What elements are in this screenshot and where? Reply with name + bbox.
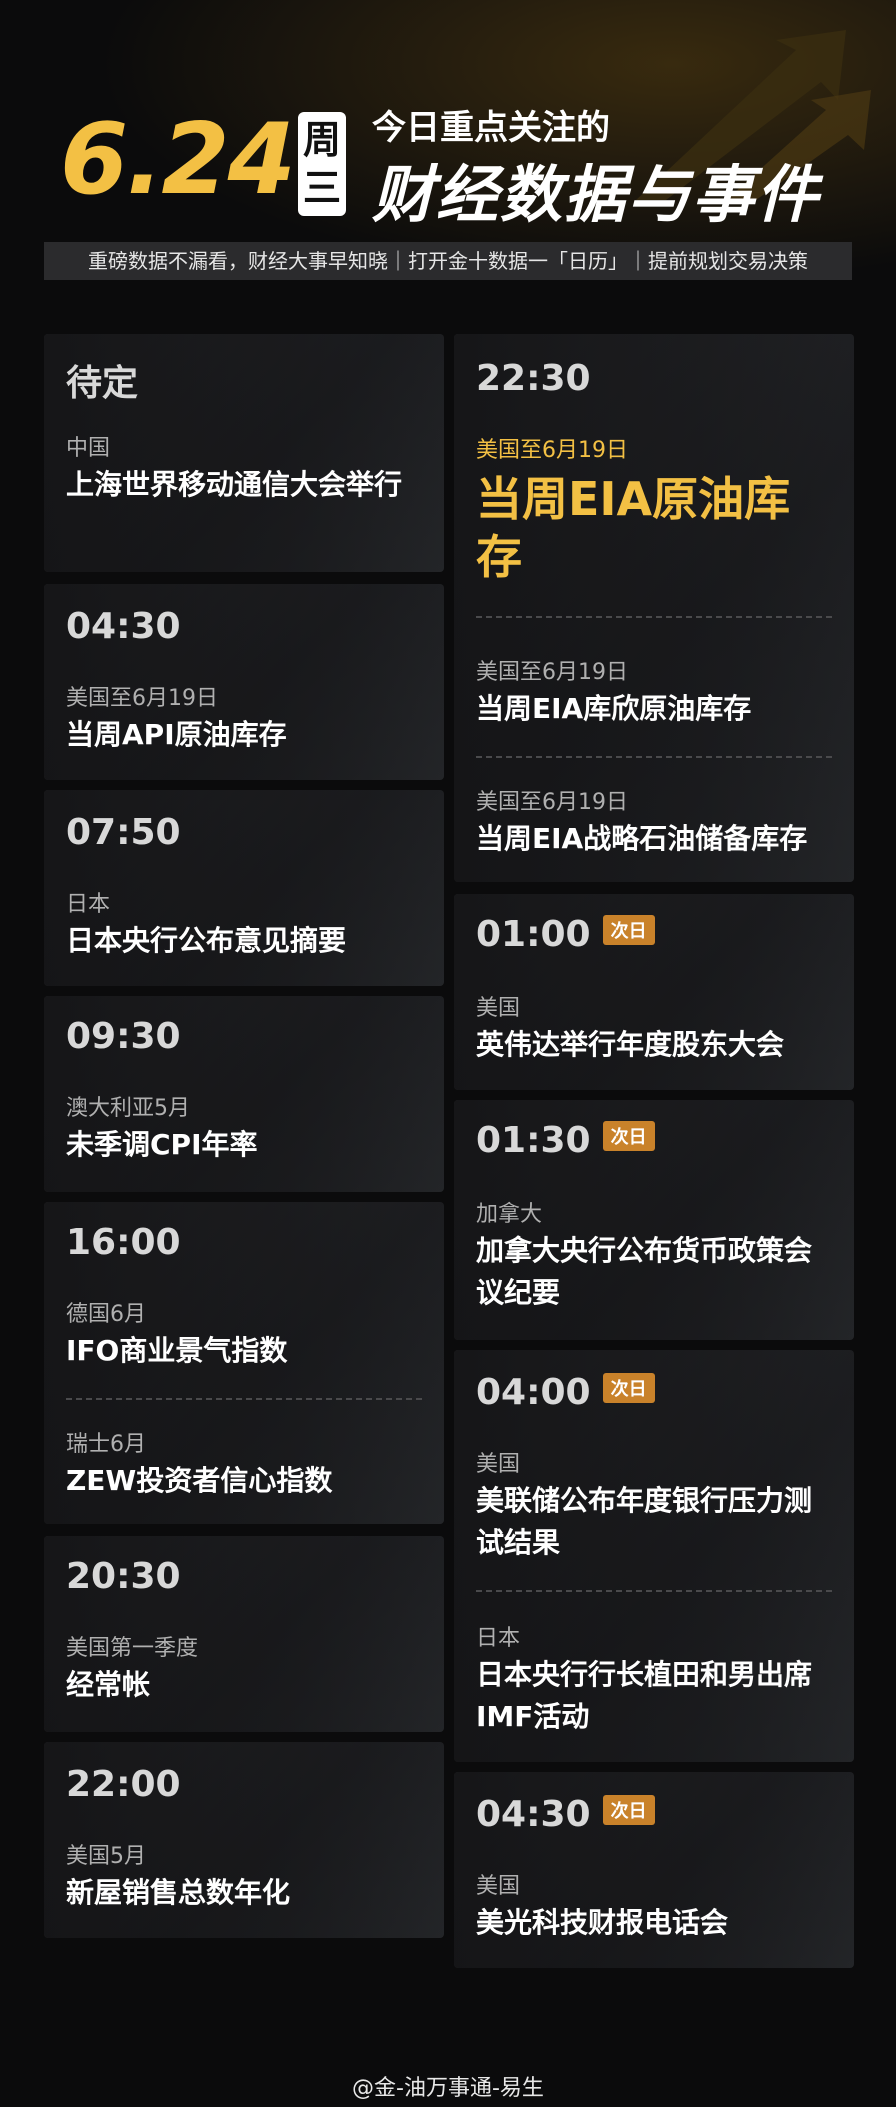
event-region: 美国第一季度 — [66, 1636, 199, 1661]
event-card-right-1: 22:30 美国至6月19日 当周EIA原油库存 美国至6月19日 当周EIA库… — [454, 334, 854, 882]
divider — [476, 1590, 832, 1592]
event-card-right-5: 04:30 次日 美国 美光科技财报电话会 — [454, 1772, 854, 1968]
event-region: 美国至6月19日 — [476, 790, 628, 815]
event-region: 加拿大 — [476, 1202, 543, 1227]
event-title: 当周EIA战略石油储备库存 — [476, 822, 808, 855]
event-title: 美光科技财报电话会 — [476, 1906, 729, 1939]
event-time: 待定 — [66, 363, 139, 404]
event-time: 20:30 — [66, 1556, 181, 1597]
event-title: 日本央行公布意见摘要 — [66, 924, 347, 957]
event-region: 德国6月 — [66, 1302, 146, 1327]
event-title: 加拿大央行公布货币政策会议纪要 — [476, 1234, 813, 1309]
event-time: 04:30 次日 — [476, 1794, 655, 1835]
event-region: 美国至6月19日 — [476, 660, 628, 685]
weekday-char-2: 三 — [302, 166, 341, 210]
event-time-text: 04:30 — [476, 1794, 591, 1835]
event-region: 美国至6月19日 — [66, 686, 218, 711]
event-title: 未季调CPI年率 — [66, 1128, 258, 1161]
event-title: 日本央行行长植田和男出席IMF活动 — [476, 1658, 813, 1733]
weekday-char-1: 周 — [302, 118, 341, 162]
event-time: 01:00 次日 — [476, 914, 655, 955]
event-time: 01:30 次日 — [476, 1120, 655, 1161]
event-title: 经常帐 — [66, 1668, 151, 1701]
event-card-left-1: 待定 中国 上海世界移动通信大会举行 — [44, 334, 444, 572]
event-title: 上海世界移动通信大会举行 — [66, 468, 403, 501]
event-card-right-2: 01:00 次日 美国 英伟达举行年度股东大会 — [454, 894, 854, 1090]
event-region: 美国至6月19日 — [476, 438, 628, 463]
event-card-right-3: 01:30 次日 加拿大 加拿大央行公布货币政策会议纪要 — [454, 1100, 854, 1340]
event-card-left-6: 20:30 美国第一季度 经常帐 — [44, 1536, 444, 1732]
event-title: IFO商业景气指数 — [66, 1334, 288, 1367]
event-time: 22:30 — [476, 358, 591, 399]
event-card-left-3: 07:50 日本 日本央行公布意见摘要 — [44, 790, 444, 986]
event-time: 09:30 — [66, 1016, 181, 1057]
divider — [476, 756, 832, 758]
next-day-badge: 次日 — [602, 1121, 655, 1151]
next-day-badge: 次日 — [602, 1795, 655, 1825]
event-card-right-4: 04:00 次日 美国 美联储公布年度银行压力测试结果 日本 日本央行行长植田和男… — [454, 1350, 854, 1762]
event-card-left-7: 22:00 美国5月 新屋销售总数年化 — [44, 1742, 444, 1938]
event-card-left-5: 16:00 德国6月 IFO商业景气指数 瑞士6月 ZEW投资者信心指数 — [44, 1202, 444, 1524]
event-title-highlight: 当周EIA原油库存 — [476, 472, 791, 584]
event-time: 16:00 — [66, 1222, 181, 1263]
event-region: 美国 — [476, 996, 521, 1021]
event-title: 英伟达举行年度股东大会 — [476, 1028, 785, 1061]
headline-big: 财经数据与事件 — [372, 158, 821, 231]
event-region: 中国 — [66, 436, 111, 461]
event-time: 22:00 — [66, 1764, 181, 1805]
event-region: 美国5月 — [66, 1844, 146, 1869]
weekday-badge: 周 三 — [298, 112, 346, 216]
event-title: 新屋销售总数年化 — [66, 1876, 291, 1909]
divider — [476, 616, 832, 618]
event-card-left-4: 09:30 澳大利亚5月 未季调CPI年率 — [44, 996, 444, 1192]
event-time: 04:00 次日 — [476, 1372, 655, 1413]
event-region: 澳大利亚5月 — [66, 1096, 190, 1121]
event-title: ZEW投资者信心指数 — [66, 1464, 333, 1497]
event-time-text: 01:00 — [476, 914, 591, 955]
event-title: 当周API原油库存 — [66, 718, 287, 751]
next-day-badge: 次日 — [602, 915, 655, 945]
event-time: 07:50 — [66, 812, 181, 853]
event-time-text: 04:00 — [476, 1372, 591, 1413]
event-time-text: 01:30 — [476, 1120, 591, 1161]
event-region: 美国 — [476, 1452, 521, 1477]
event-region: 美国 — [476, 1874, 521, 1899]
event-region: 瑞士6月 — [66, 1432, 146, 1457]
event-title: 美联储公布年度银行压力测试结果 — [476, 1484, 813, 1559]
next-day-badge: 次日 — [602, 1373, 655, 1403]
event-region: 日本 — [66, 892, 111, 917]
event-region: 日本 — [476, 1626, 521, 1651]
event-time: 04:30 — [66, 606, 181, 647]
event-card-left-2: 04:30 美国至6月19日 当周API原油库存 — [44, 584, 444, 780]
divider — [66, 1398, 422, 1400]
footer-watermark: @金-油万事通-易生 — [352, 2076, 544, 2101]
date-number: 6.24 — [60, 103, 296, 217]
tagline: 重磅数据不漏看，财经大事早知晓｜打开金十数据一「日历」｜提前规划交易决策 — [44, 242, 852, 280]
event-title: 当周EIA库欣原油库存 — [476, 692, 752, 725]
header: 6.24 周 三 今日重点关注的 财经数据与事件 — [60, 100, 860, 231]
headline-small: 今日重点关注的 — [372, 108, 610, 148]
